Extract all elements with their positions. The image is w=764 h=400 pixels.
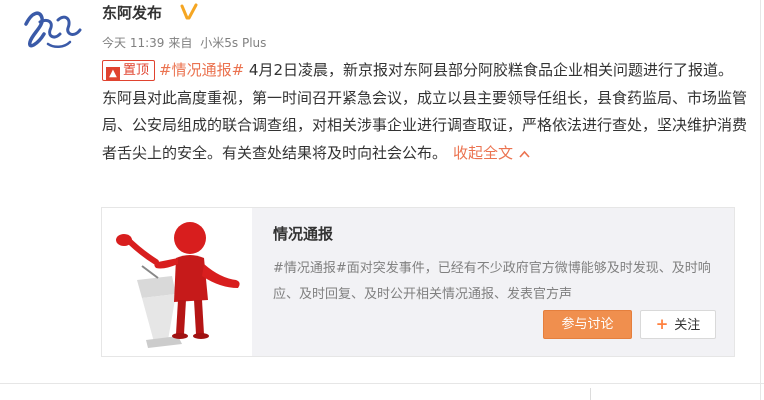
join-discussion-button[interactable]: 参与讨论 [543, 310, 632, 339]
post-meta: 今天 11:39 来自 小米5s Plus [102, 34, 270, 51]
card-description: #情况通报#面对突发事件，已经有不少政府官方微博能够及时发现、及时响应、及时回复… [273, 261, 711, 302]
card-title[interactable]: 情况通报 [273, 223, 333, 244]
pin-badge: ▲ 置顶 [102, 60, 156, 81]
pin-top-icon: ▲ [106, 67, 120, 81]
author-name[interactable]: 东阿发布 [102, 2, 162, 23]
pin-label: 置顶 [123, 63, 150, 78]
action-bar-divider [0, 383, 764, 384]
verified-v-icon[interactable] [180, 3, 198, 21]
topic-card[interactable]: 情况通报 #情况通报#面对突发事件，已经有不少政府官方微博能够及时发现、及时响应… [101, 207, 735, 357]
collapse-button[interactable]: 收起全文 [453, 144, 530, 162]
plus-icon: + [655, 315, 669, 333]
action-separator [590, 388, 591, 400]
post-device[interactable]: 小米5s Plus [200, 36, 266, 50]
avatar[interactable] [18, 4, 84, 60]
hashtag-link[interactable]: #情况通报# [159, 61, 244, 79]
from-label: 来自 [168, 36, 193, 50]
follow-label: 关注 [674, 318, 701, 333]
panel-border [760, 0, 761, 400]
card-image[interactable] [102, 208, 252, 356]
post-time[interactable]: 今天 11:39 [102, 36, 164, 50]
post-body: ▲ 置顶 #情况通报# 4月2日凌晨，新京报对东阿县部分阿胶糕食品企业相关问题进行了… [102, 57, 747, 167]
follow-button[interactable]: + 关注 [640, 310, 716, 339]
collapse-label: 收起全文 [453, 143, 514, 162]
chevron-up-icon [519, 140, 530, 168]
